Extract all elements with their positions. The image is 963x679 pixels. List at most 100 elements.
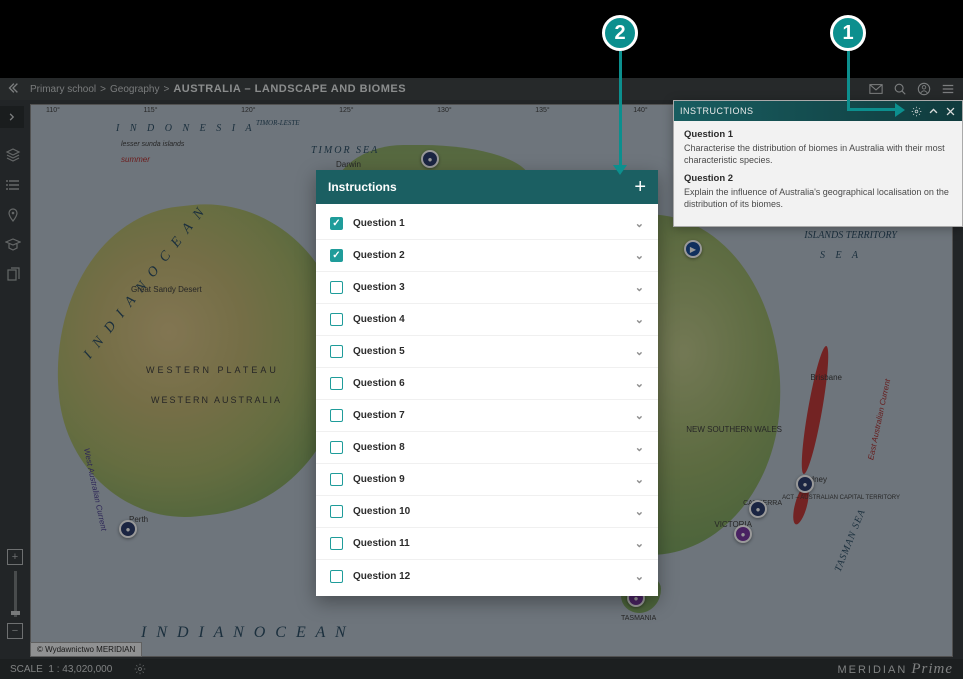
question-checkbox[interactable]: ✓ xyxy=(330,217,343,230)
callout-1-line-h xyxy=(847,108,897,111)
chevron-down-icon[interactable]: ⌄ xyxy=(635,217,644,230)
great-sandy-desert-label: Great Sandy Desert xyxy=(131,285,202,294)
question-checkbox[interactable] xyxy=(330,345,343,358)
city-marker-sydney[interactable]: ● xyxy=(796,475,814,493)
sea-label: S E A xyxy=(820,250,862,261)
copyright-note: © Wydawnictwo MERIDIAN xyxy=(30,642,142,657)
gear-icon[interactable] xyxy=(911,106,922,117)
question-row[interactable]: Question 8⌄ xyxy=(316,432,658,464)
question-checkbox[interactable] xyxy=(330,409,343,422)
zoom-slider-thumb[interactable] xyxy=(11,611,20,615)
bottom-bar: SCALE 1 : 43,020,000 MERIDIAN Prime xyxy=(0,659,963,679)
question-row[interactable]: ✓Question 2⌄ xyxy=(316,240,658,272)
menu-icon[interactable] xyxy=(941,82,955,96)
question-row[interactable]: Question 4 ⌄ xyxy=(316,304,658,336)
question-checkbox[interactable] xyxy=(330,473,343,486)
lesser-sunda-label: lesser sunda islands xyxy=(121,141,184,148)
chevron-down-icon[interactable]: ⌄ xyxy=(635,505,644,518)
zoom-out-button[interactable]: − xyxy=(7,623,23,639)
question-row[interactable]: Question 12⌄ xyxy=(316,560,658,592)
question-label: Question 9 xyxy=(353,474,405,485)
chevron-down-icon[interactable]: ⌄ xyxy=(635,409,644,422)
chevron-down-icon[interactable]: ⌄ xyxy=(635,313,644,326)
question-label: Question 5 xyxy=(353,346,405,357)
nsw-label: NEW SOUTHERN WALES xyxy=(686,425,782,434)
play-marker[interactable]: ▶ xyxy=(684,240,702,258)
panel-q1-text: Characterise the distribution of biomes … xyxy=(684,143,952,166)
summer-label: summer xyxy=(121,155,150,164)
collapse-left-icon[interactable] xyxy=(6,81,20,95)
callout-1: 1 xyxy=(830,15,866,51)
breadcrumb-sep1: > xyxy=(100,84,106,95)
question-row[interactable]: Question 9 ⌄ xyxy=(316,464,658,496)
question-row[interactable]: Question 7⌄ xyxy=(316,400,658,432)
question-checkbox[interactable] xyxy=(330,505,343,518)
chevron-down-icon[interactable]: ⌄ xyxy=(635,570,644,583)
question-row[interactable]: Question 11⌄ xyxy=(316,528,658,560)
search-icon[interactable] xyxy=(893,82,907,96)
layers-icon[interactable] xyxy=(4,146,22,164)
city-marker-canberra[interactable]: ● xyxy=(749,500,767,518)
mail-icon[interactable] xyxy=(869,82,883,96)
header-actions xyxy=(869,82,955,96)
chevron-down-icon[interactable]: ⌄ xyxy=(635,345,644,358)
question-row[interactable]: Question 6 ⌄ xyxy=(316,368,658,400)
question-checkbox[interactable]: ✓ xyxy=(330,249,343,262)
black-top-band xyxy=(0,0,963,78)
act-label: ACT – AUSTRALIAN CAPITAL TERRITORY xyxy=(782,495,900,501)
indian-ocean-bottom-label: I N D I A N O C E A N xyxy=(141,624,349,642)
question-row[interactable]: Question 3 ⌄ xyxy=(316,272,658,304)
question-checkbox[interactable] xyxy=(330,441,343,454)
instructions-dialog: Instructions + ✓Question 1⌄✓Question 2⌄Q… xyxy=(316,170,658,596)
copy-icon[interactable] xyxy=(4,266,22,284)
profile-icon[interactable] xyxy=(917,82,931,96)
question-label: Question 6 xyxy=(353,378,405,389)
bottom-gear-icon[interactable] xyxy=(134,663,146,675)
question-checkbox[interactable] xyxy=(330,377,343,390)
question-label: Question 3 xyxy=(353,282,405,293)
collapse-up-icon[interactable] xyxy=(928,106,939,117)
breadcrumb-primary[interactable]: Primary school xyxy=(30,84,96,95)
city-marker-perth[interactable]: ● xyxy=(119,520,137,538)
instructions-dialog-header[interactable]: Instructions + xyxy=(316,170,658,204)
zoom-slider-track[interactable] xyxy=(14,571,17,617)
city-marker-darwin[interactable]: ● xyxy=(421,150,439,168)
instructions-dialog-body: ✓Question 1⌄✓Question 2⌄Question 3⌄Quest… xyxy=(316,204,658,596)
darwin-label: Darwin xyxy=(336,160,361,169)
question-checkbox[interactable] xyxy=(330,570,343,583)
question-row[interactable]: Question 5 ⌄ xyxy=(316,336,658,368)
callout-2: 2 xyxy=(602,15,638,51)
east-aus-current-label: East Australian Current xyxy=(866,378,892,460)
question-checkbox[interactable] xyxy=(330,281,343,294)
list-icon[interactable] xyxy=(4,176,22,194)
chevron-down-icon[interactable]: ⌄ xyxy=(635,473,644,486)
close-icon[interactable] xyxy=(945,106,956,117)
timor-leste-label: TIMOR-LESTE xyxy=(256,119,300,127)
western-plateau-label: WESTERN PLATEAU xyxy=(146,365,279,375)
chevron-down-icon[interactable]: ⌄ xyxy=(635,537,644,550)
question-row[interactable]: Question 10⌄ xyxy=(316,496,658,528)
education-icon[interactable] xyxy=(4,236,22,254)
panel-q2-text: Explain the influence of Australia's geo… xyxy=(684,187,952,210)
brisbane-label: Brisbane xyxy=(810,373,842,382)
question-row[interactable]: ✓Question 1⌄ xyxy=(316,208,658,240)
app-container: Primary school > Geography > AUSTRALIA –… xyxy=(0,78,963,679)
scale-label: SCALE 1 : 43,020,000 xyxy=(10,664,124,675)
expand-panel-button[interactable] xyxy=(0,106,24,128)
question-checkbox[interactable] xyxy=(330,313,343,326)
chevron-down-icon[interactable]: ⌄ xyxy=(635,441,644,454)
chevron-down-icon[interactable]: ⌄ xyxy=(635,377,644,390)
add-instruction-icon[interactable]: + xyxy=(634,177,646,197)
western-australia-label: WESTERN AUSTRALIA xyxy=(151,395,282,405)
biome-red-east xyxy=(797,345,833,475)
city-marker-melbourne[interactable]: ● xyxy=(734,525,752,543)
chevron-down-icon[interactable]: ⌄ xyxy=(635,249,644,262)
timor-sea-label: TIMOR SEA xyxy=(311,145,379,156)
pin-icon[interactable] xyxy=(4,206,22,224)
question-label: Question 4 xyxy=(353,314,405,325)
callout-2-line xyxy=(619,51,622,167)
zoom-in-button[interactable]: + xyxy=(7,549,23,565)
chevron-down-icon[interactable]: ⌄ xyxy=(635,281,644,294)
question-checkbox[interactable] xyxy=(330,537,343,550)
breadcrumb-geography[interactable]: Geography xyxy=(110,84,159,95)
